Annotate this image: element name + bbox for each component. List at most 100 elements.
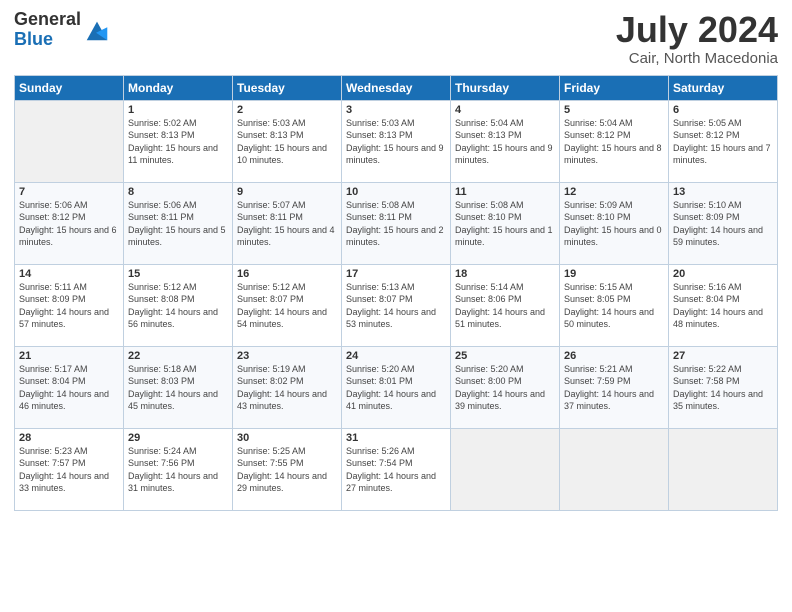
day-info: Sunrise: 5:10 AMSunset: 8:09 PMDaylight:… — [673, 199, 773, 249]
day-cell: 4Sunrise: 5:04 AMSunset: 8:13 PMDaylight… — [451, 100, 560, 182]
day-cell: 28Sunrise: 5:23 AMSunset: 7:57 PMDayligh… — [15, 428, 124, 510]
day-number: 22 — [128, 350, 228, 362]
day-number: 27 — [673, 350, 773, 362]
location-title: Cair, North Macedonia — [616, 50, 778, 67]
day-info: Sunrise: 5:23 AMSunset: 7:57 PMDaylight:… — [19, 445, 119, 495]
col-thursday: Thursday — [451, 75, 560, 100]
day-info: Sunrise: 5:25 AMSunset: 7:55 PMDaylight:… — [237, 445, 337, 495]
calendar-table: Sunday Monday Tuesday Wednesday Thursday… — [14, 75, 778, 511]
day-number: 18 — [455, 268, 555, 280]
day-info: Sunrise: 5:17 AMSunset: 8:04 PMDaylight:… — [19, 363, 119, 413]
day-cell: 19Sunrise: 5:15 AMSunset: 8:05 PMDayligh… — [560, 264, 669, 346]
day-info: Sunrise: 5:13 AMSunset: 8:07 PMDaylight:… — [346, 281, 446, 331]
day-number: 11 — [455, 186, 555, 198]
week-row-2: 7Sunrise: 5:06 AMSunset: 8:12 PMDaylight… — [15, 182, 778, 264]
day-cell: 3Sunrise: 5:03 AMSunset: 8:13 PMDaylight… — [342, 100, 451, 182]
day-info: Sunrise: 5:12 AMSunset: 8:07 PMDaylight:… — [237, 281, 337, 331]
day-number: 12 — [564, 186, 664, 198]
day-cell — [15, 100, 124, 182]
day-info: Sunrise: 5:06 AMSunset: 8:12 PMDaylight:… — [19, 199, 119, 249]
day-cell: 18Sunrise: 5:14 AMSunset: 8:06 PMDayligh… — [451, 264, 560, 346]
day-info: Sunrise: 5:04 AMSunset: 8:12 PMDaylight:… — [564, 117, 664, 167]
day-info: Sunrise: 5:18 AMSunset: 8:03 PMDaylight:… — [128, 363, 228, 413]
week-row-5: 28Sunrise: 5:23 AMSunset: 7:57 PMDayligh… — [15, 428, 778, 510]
day-number: 23 — [237, 350, 337, 362]
day-number: 10 — [346, 186, 446, 198]
day-number: 8 — [128, 186, 228, 198]
day-info: Sunrise: 5:20 AMSunset: 8:01 PMDaylight:… — [346, 363, 446, 413]
day-cell: 15Sunrise: 5:12 AMSunset: 8:08 PMDayligh… — [124, 264, 233, 346]
day-cell: 1Sunrise: 5:02 AMSunset: 8:13 PMDaylight… — [124, 100, 233, 182]
day-cell: 11Sunrise: 5:08 AMSunset: 8:10 PMDayligh… — [451, 182, 560, 264]
day-info: Sunrise: 5:16 AMSunset: 8:04 PMDaylight:… — [673, 281, 773, 331]
day-number: 16 — [237, 268, 337, 280]
day-cell: 10Sunrise: 5:08 AMSunset: 8:11 PMDayligh… — [342, 182, 451, 264]
day-number: 26 — [564, 350, 664, 362]
month-title: July 2024 — [616, 10, 778, 50]
day-number: 30 — [237, 432, 337, 444]
day-cell: 25Sunrise: 5:20 AMSunset: 8:00 PMDayligh… — [451, 346, 560, 428]
header: General Blue July 2024 Cair, North Maced… — [14, 10, 778, 67]
day-info: Sunrise: 5:15 AMSunset: 8:05 PMDaylight:… — [564, 281, 664, 331]
day-number: 5 — [564, 104, 664, 116]
day-number: 15 — [128, 268, 228, 280]
day-cell: 16Sunrise: 5:12 AMSunset: 8:07 PMDayligh… — [233, 264, 342, 346]
day-info: Sunrise: 5:03 AMSunset: 8:13 PMDaylight:… — [346, 117, 446, 167]
week-row-4: 21Sunrise: 5:17 AMSunset: 8:04 PMDayligh… — [15, 346, 778, 428]
day-cell: 27Sunrise: 5:22 AMSunset: 7:58 PMDayligh… — [669, 346, 778, 428]
day-cell: 12Sunrise: 5:09 AMSunset: 8:10 PMDayligh… — [560, 182, 669, 264]
day-cell: 31Sunrise: 5:26 AMSunset: 7:54 PMDayligh… — [342, 428, 451, 510]
col-saturday: Saturday — [669, 75, 778, 100]
col-friday: Friday — [560, 75, 669, 100]
week-row-3: 14Sunrise: 5:11 AMSunset: 8:09 PMDayligh… — [15, 264, 778, 346]
day-number: 9 — [237, 186, 337, 198]
day-cell: 30Sunrise: 5:25 AMSunset: 7:55 PMDayligh… — [233, 428, 342, 510]
day-number: 21 — [19, 350, 119, 362]
day-info: Sunrise: 5:19 AMSunset: 8:02 PMDaylight:… — [237, 363, 337, 413]
day-number: 20 — [673, 268, 773, 280]
day-number: 2 — [237, 104, 337, 116]
day-cell: 9Sunrise: 5:07 AMSunset: 8:11 PMDaylight… — [233, 182, 342, 264]
day-info: Sunrise: 5:03 AMSunset: 8:13 PMDaylight:… — [237, 117, 337, 167]
logo: General Blue — [14, 10, 111, 50]
day-cell: 7Sunrise: 5:06 AMSunset: 8:12 PMDaylight… — [15, 182, 124, 264]
day-info: Sunrise: 5:04 AMSunset: 8:13 PMDaylight:… — [455, 117, 555, 167]
day-info: Sunrise: 5:24 AMSunset: 7:56 PMDaylight:… — [128, 445, 228, 495]
day-number: 17 — [346, 268, 446, 280]
week-row-1: 1Sunrise: 5:02 AMSunset: 8:13 PMDaylight… — [15, 100, 778, 182]
day-number: 13 — [673, 186, 773, 198]
logo-text: General Blue — [14, 10, 81, 50]
day-info: Sunrise: 5:05 AMSunset: 8:12 PMDaylight:… — [673, 117, 773, 167]
day-number: 19 — [564, 268, 664, 280]
logo-blue: Blue — [14, 30, 81, 50]
day-info: Sunrise: 5:12 AMSunset: 8:08 PMDaylight:… — [128, 281, 228, 331]
day-cell: 29Sunrise: 5:24 AMSunset: 7:56 PMDayligh… — [124, 428, 233, 510]
day-cell: 26Sunrise: 5:21 AMSunset: 7:59 PMDayligh… — [560, 346, 669, 428]
day-info: Sunrise: 5:11 AMSunset: 8:09 PMDaylight:… — [19, 281, 119, 331]
day-info: Sunrise: 5:06 AMSunset: 8:11 PMDaylight:… — [128, 199, 228, 249]
page: General Blue July 2024 Cair, North Maced… — [0, 0, 792, 612]
day-cell: 5Sunrise: 5:04 AMSunset: 8:12 PMDaylight… — [560, 100, 669, 182]
day-cell: 20Sunrise: 5:16 AMSunset: 8:04 PMDayligh… — [669, 264, 778, 346]
day-info: Sunrise: 5:08 AMSunset: 8:11 PMDaylight:… — [346, 199, 446, 249]
day-cell — [451, 428, 560, 510]
col-sunday: Sunday — [15, 75, 124, 100]
col-monday: Monday — [124, 75, 233, 100]
day-cell: 6Sunrise: 5:05 AMSunset: 8:12 PMDaylight… — [669, 100, 778, 182]
logo-general: General — [14, 10, 81, 30]
day-cell: 14Sunrise: 5:11 AMSunset: 8:09 PMDayligh… — [15, 264, 124, 346]
day-cell — [560, 428, 669, 510]
day-cell: 23Sunrise: 5:19 AMSunset: 8:02 PMDayligh… — [233, 346, 342, 428]
day-info: Sunrise: 5:22 AMSunset: 7:58 PMDaylight:… — [673, 363, 773, 413]
col-tuesday: Tuesday — [233, 75, 342, 100]
day-number: 14 — [19, 268, 119, 280]
logo-icon — [83, 16, 111, 44]
day-cell: 17Sunrise: 5:13 AMSunset: 8:07 PMDayligh… — [342, 264, 451, 346]
day-cell — [669, 428, 778, 510]
col-wednesday: Wednesday — [342, 75, 451, 100]
day-info: Sunrise: 5:07 AMSunset: 8:11 PMDaylight:… — [237, 199, 337, 249]
day-info: Sunrise: 5:08 AMSunset: 8:10 PMDaylight:… — [455, 199, 555, 249]
day-info: Sunrise: 5:09 AMSunset: 8:10 PMDaylight:… — [564, 199, 664, 249]
header-row: Sunday Monday Tuesday Wednesday Thursday… — [15, 75, 778, 100]
day-cell: 13Sunrise: 5:10 AMSunset: 8:09 PMDayligh… — [669, 182, 778, 264]
